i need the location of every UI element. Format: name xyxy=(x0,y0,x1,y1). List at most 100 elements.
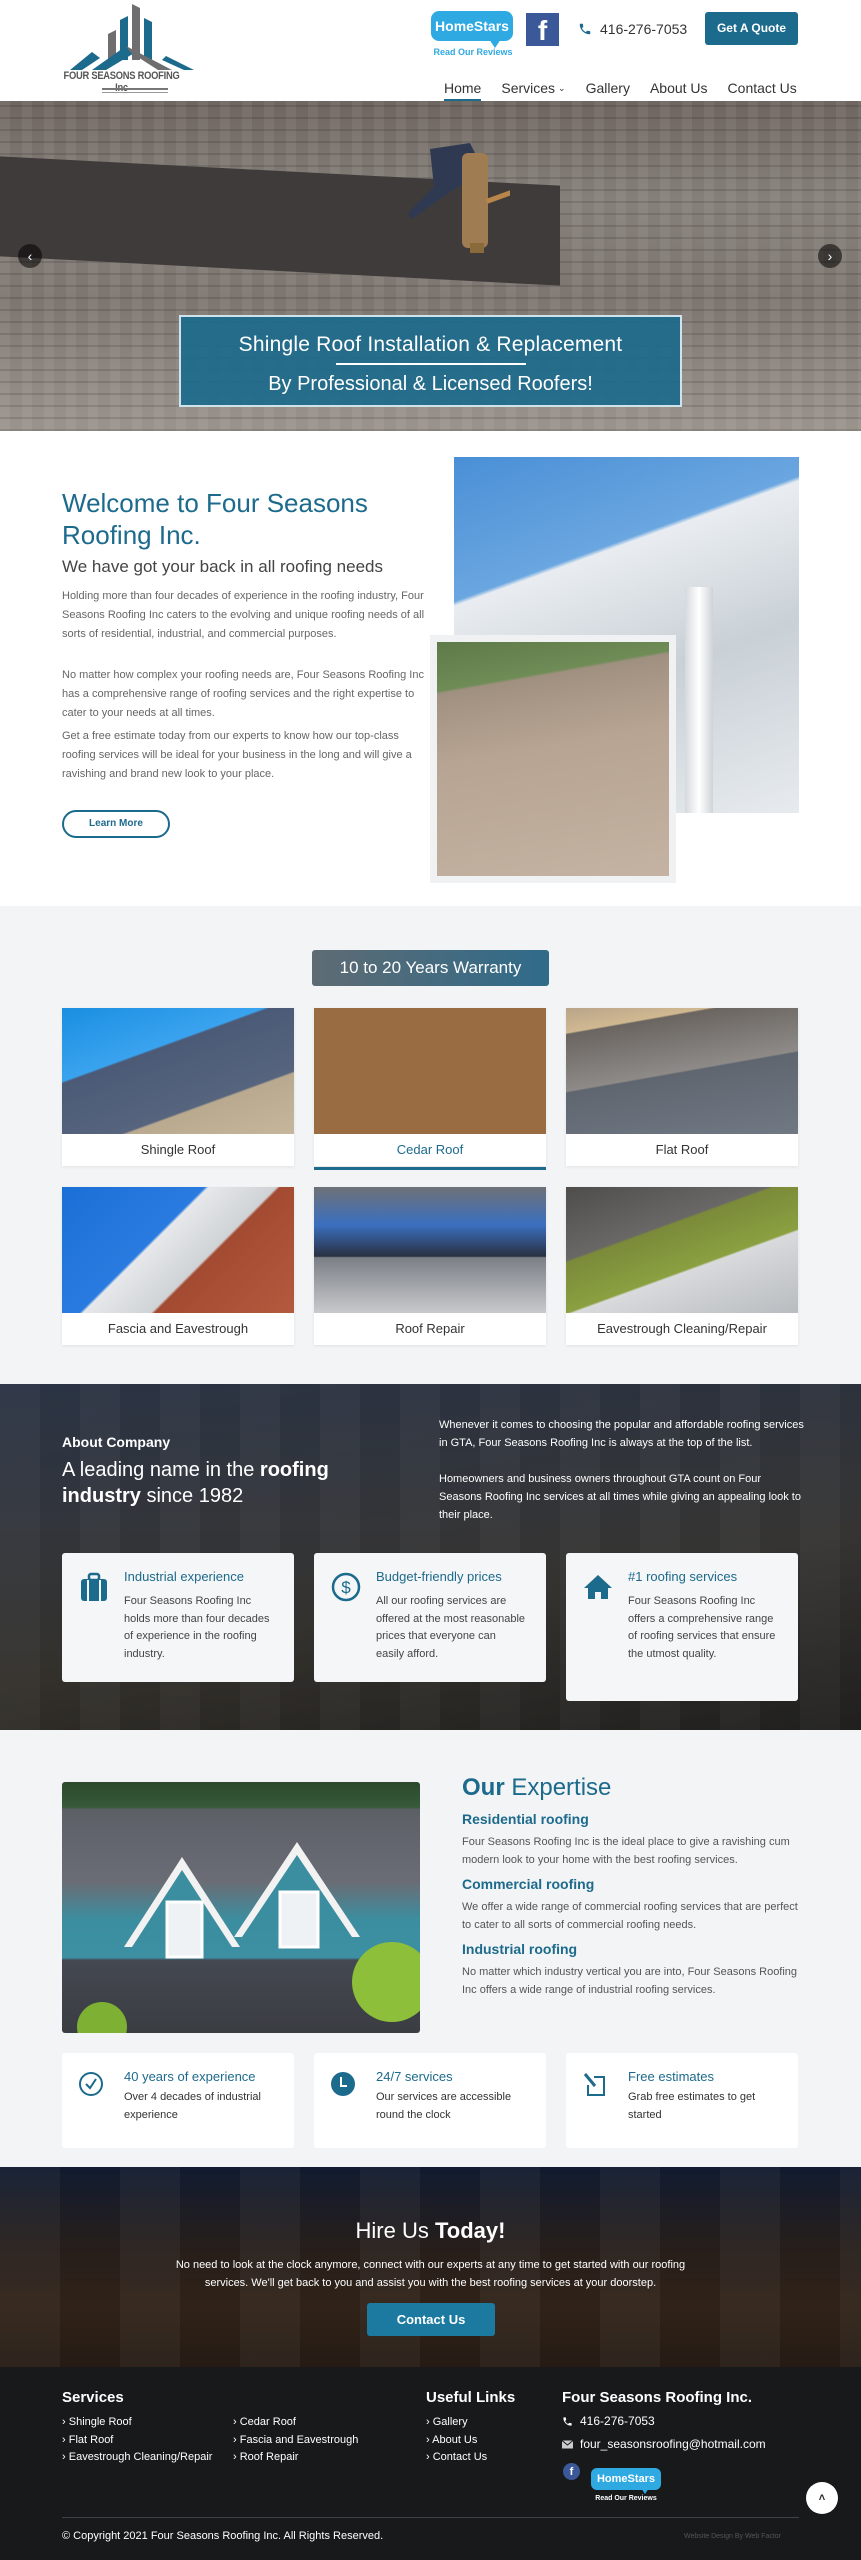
hero-caption: Shingle Roof Installation & Replacement … xyxy=(179,315,682,407)
about-kicker: About Company xyxy=(62,1434,171,1450)
site-header: FOUR SEASONS ROOFING Inc HomeStars Read … xyxy=(0,0,861,102)
highlight-text: Grab free estimates to get started xyxy=(628,2091,756,2121)
about-heading-pre: A leading name in the xyxy=(62,1459,260,1481)
footer-link-flat-roof[interactable]: Flat Roof xyxy=(62,2434,114,2446)
footer-divider xyxy=(62,2517,799,2518)
footer-useful-heading: Useful Links xyxy=(426,2389,516,2406)
homestars-reviews-link[interactable]: Read Our Reviews xyxy=(433,47,513,57)
service-label: Cedar Roof xyxy=(396,1142,464,1157)
expertise-text: We offer a wide range of commercial roof… xyxy=(462,1901,798,1931)
house-dormer-image xyxy=(62,1782,420,2033)
nav-services[interactable]: Services ⌄ xyxy=(501,80,565,96)
feature-card: #1 roofing services Four Seasons Roofing… xyxy=(566,1553,798,1701)
expertise-text: No matter which industry vertical you ar… xyxy=(462,1966,798,1996)
expertise-title-rest: Expertise xyxy=(504,1774,612,1801)
expertise-title: Our Expertise xyxy=(462,1774,611,1802)
feature-title: Industrial experience xyxy=(124,1569,244,1584)
footer-email[interactable]: four_seasonsroofing@hotmail.com xyxy=(562,2437,766,2451)
get-quote-button[interactable]: Get A Quote xyxy=(705,12,798,45)
footer-link-about-us[interactable]: About Us xyxy=(426,2434,477,2446)
slider-prev-button[interactable]: ‹ xyxy=(18,244,42,268)
footer-link-eavestrough-cleaning[interactable]: Eavestrough Cleaning/Repair xyxy=(62,2451,213,2463)
service-label: Flat Roof xyxy=(655,1142,709,1157)
chevron-down-icon: ⌄ xyxy=(558,83,566,93)
homestars-label: HomeStars xyxy=(431,11,513,41)
check-circle-icon xyxy=(79,2072,103,2096)
nav-about-us[interactable]: About Us xyxy=(650,80,708,96)
feature-card: $ Budget-friendly prices All our roofing… xyxy=(314,1553,546,1682)
header-phone[interactable]: 416-276-7053 xyxy=(578,21,687,37)
hire-title: Hire Us Today! xyxy=(0,2218,861,2244)
feature-text: All our roofing services are offered at … xyxy=(376,1595,526,1660)
welcome-subtitle: We have got your back in all roofing nee… xyxy=(62,557,383,576)
roofer-figure-icon xyxy=(408,143,510,253)
homestars-reviews-link[interactable]: Read Our Reviews xyxy=(591,2495,661,2502)
homestars-badge[interactable]: HomeStars Read Our Reviews xyxy=(431,11,513,61)
footer-services-heading: Services xyxy=(62,2389,124,2406)
learn-more-button[interactable]: Learn More xyxy=(62,810,170,838)
footer-facebook-icon[interactable]: f xyxy=(563,2463,580,2480)
footer-link-shingle-roof[interactable]: Shingle Roof xyxy=(62,2416,132,2428)
footer-phone[interactable]: 416-276-7053 xyxy=(562,2414,655,2428)
service-card-cedar-roof[interactable]: Cedar Roof xyxy=(314,1008,546,1170)
hero-subheadline: By Professional & Licensed Roofers! xyxy=(268,373,593,395)
feature-title: Budget-friendly prices xyxy=(376,1569,502,1584)
footer-link-roof-repair[interactable]: Roof Repair xyxy=(233,2451,299,2463)
feature-card: Industrial experience Four Seasons Roofi… xyxy=(62,1553,294,1682)
logo-underline xyxy=(102,88,168,90)
about-heading-post: since 1982 xyxy=(140,1485,244,1507)
hire-text: No need to look at the clock anymore, co… xyxy=(175,2259,686,2289)
warranty-badge: 10 to 20 Years Warranty xyxy=(312,950,549,986)
slider-next-button[interactable]: › xyxy=(818,244,842,268)
welcome-title: Welcome to Four Seasons Roofing Inc. xyxy=(62,488,368,550)
header-phone-number: 416-276-7053 xyxy=(600,21,688,37)
nav-contact-us[interactable]: Contact Us xyxy=(728,80,797,96)
hire-title-bold: Today! xyxy=(434,2218,506,2243)
nav-services-label: Services xyxy=(501,80,556,96)
feature-text: Four Seasons Roofing Inc offers a compre… xyxy=(628,1595,776,1660)
about-paragraph: Whenever it comes to choosing the popula… xyxy=(439,1419,804,1449)
service-card-shingle-roof[interactable]: Shingle Roof xyxy=(62,1008,294,1166)
back-to-top-button[interactable]: ˄ xyxy=(806,2482,838,2514)
service-label: Fascia and Eavestrough xyxy=(107,1321,249,1336)
footer-email-address: four_seasonsroofing@hotmail.com xyxy=(580,2437,766,2451)
highlight-title: 24/7 services xyxy=(376,2069,453,2084)
highlight-text: Our services are accessible round the cl… xyxy=(376,2091,512,2121)
feature-title: #1 roofing services xyxy=(628,1569,738,1584)
eavestrough-cleaning-image xyxy=(566,1187,798,1313)
highlight-card: Free estimates Grab free estimates to ge… xyxy=(566,2053,798,2148)
footer-link-contact-us[interactable]: Contact Us xyxy=(426,2451,487,2463)
footer-link-fascia-eavestrough[interactable]: Fascia and Eavestrough xyxy=(233,2434,359,2446)
facebook-icon[interactable]: f xyxy=(526,13,559,46)
expertise-text: Four Seasons Roofing Inc is the ideal pl… xyxy=(462,1836,790,1866)
hero-divider xyxy=(335,363,526,365)
service-label: Eavestrough Cleaning/Repair xyxy=(597,1321,767,1336)
nav-gallery[interactable]: Gallery xyxy=(586,80,630,96)
main-nav: Home Services ⌄ Gallery About Us Contact … xyxy=(444,80,797,102)
logo[interactable]: FOUR SEASONS ROOFING Inc xyxy=(62,2,202,98)
logo-buildings-icon xyxy=(70,4,194,70)
footer-phone-number: 416-276-7053 xyxy=(580,2414,655,2428)
clock-icon xyxy=(331,2072,355,2096)
service-label: Shingle Roof xyxy=(140,1142,216,1157)
welcome-paragraph: Get a free estimate today from our exper… xyxy=(62,730,412,780)
downspout-image xyxy=(685,587,713,813)
phone-icon xyxy=(579,23,591,35)
briefcase-icon xyxy=(81,1572,107,1601)
service-card-roof-repair[interactable]: Roof Repair xyxy=(314,1187,546,1345)
contact-us-button[interactable]: Contact Us xyxy=(367,2303,495,2336)
service-card-eavestrough-cleaning[interactable]: Eavestrough Cleaning/Repair xyxy=(566,1187,798,1345)
design-credit-link[interactable]: Website Design By Web Factor xyxy=(684,2533,781,2540)
phone-icon xyxy=(563,2416,572,2426)
hire-title-pre: Hire Us xyxy=(355,2218,435,2243)
footer-link-cedar-roof[interactable]: Cedar Roof xyxy=(233,2416,296,2428)
footer-homestars-badge[interactable]: HomeStars Read Our Reviews xyxy=(591,2468,661,2503)
homestars-tail xyxy=(641,2488,649,2494)
service-card-fascia-eavestrough[interactable]: Fascia and Eavestrough xyxy=(62,1187,294,1345)
highlight-text: Over 4 decades of industrial experience xyxy=(124,2091,261,2121)
nav-home[interactable]: Home xyxy=(444,80,482,102)
footer-link-gallery[interactable]: Gallery xyxy=(426,2416,468,2428)
expertise-heading: Residential roofing xyxy=(462,1811,589,1827)
service-card-flat-roof[interactable]: Flat Roof xyxy=(566,1008,798,1166)
highlight-card: 24/7 services Our services are accessibl… xyxy=(314,2053,546,2148)
